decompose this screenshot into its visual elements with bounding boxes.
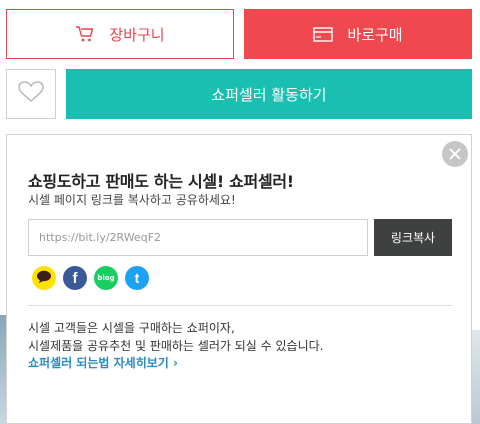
shopper-seller-popup: 쇼핑도하고 판매도 하는 시셀! 쇼퍼셀러! 시셀 페이지 링크를 복사하고 공… — [6, 134, 472, 424]
buy-now-button[interactable]: 바로구매 — [244, 9, 472, 59]
copy-link-button[interactable]: 링크복사 — [374, 219, 452, 256]
blog-share-button[interactable]: blog — [94, 266, 118, 290]
shopper-seller-button[interactable]: 쇼퍼셀러 활동하기 — [66, 69, 472, 119]
description-line: 시셀 고객들은 시셀을 구매하는 쇼퍼이자, — [28, 321, 235, 335]
popup-subtitle: 시셀 페이지 링크를 복사하고 공유하세요! — [28, 193, 236, 207]
shopper-seller-button-label: 쇼퍼셀러 활동하기 — [211, 85, 327, 104]
card-icon — [313, 26, 334, 42]
kakaotalk-icon — [36, 269, 52, 288]
facebook-icon: f — [72, 269, 78, 287]
description-line: 시셀제품을 공유추천 및 판매하는 셀러가 되실 수 있습니다. — [28, 339, 324, 353]
popup-title: 쇼핑도하고 판매도 하는 시셀! 쇼퍼셀러! — [28, 172, 294, 191]
wishlist-button[interactable] — [6, 69, 56, 119]
blog-icon: blog — [97, 274, 115, 282]
close-button[interactable] — [442, 141, 468, 167]
share-url-field[interactable] — [28, 219, 368, 256]
divider — [28, 305, 452, 306]
close-icon — [449, 145, 461, 164]
kakaotalk-share-button[interactable] — [32, 266, 56, 290]
facebook-share-button[interactable]: f — [63, 266, 87, 290]
how-to-become-seller-link[interactable]: 쇼퍼셀러 되는법 자세히보기 › — [28, 354, 178, 371]
twitter-icon: t — [134, 270, 140, 286]
heart-icon — [18, 81, 44, 107]
seller-description: 시셀 고객들은 시셀을 구매하는 쇼퍼이자, 시셀제품을 공유추천 및 판매하는… — [28, 319, 323, 355]
cart-icon — [75, 25, 95, 43]
buy-now-button-label: 바로구매 — [347, 25, 403, 44]
cart-button-label: 장바구니 — [109, 25, 165, 44]
cart-button[interactable]: 장바구니 — [6, 9, 234, 59]
twitter-share-button[interactable]: t — [125, 266, 149, 290]
